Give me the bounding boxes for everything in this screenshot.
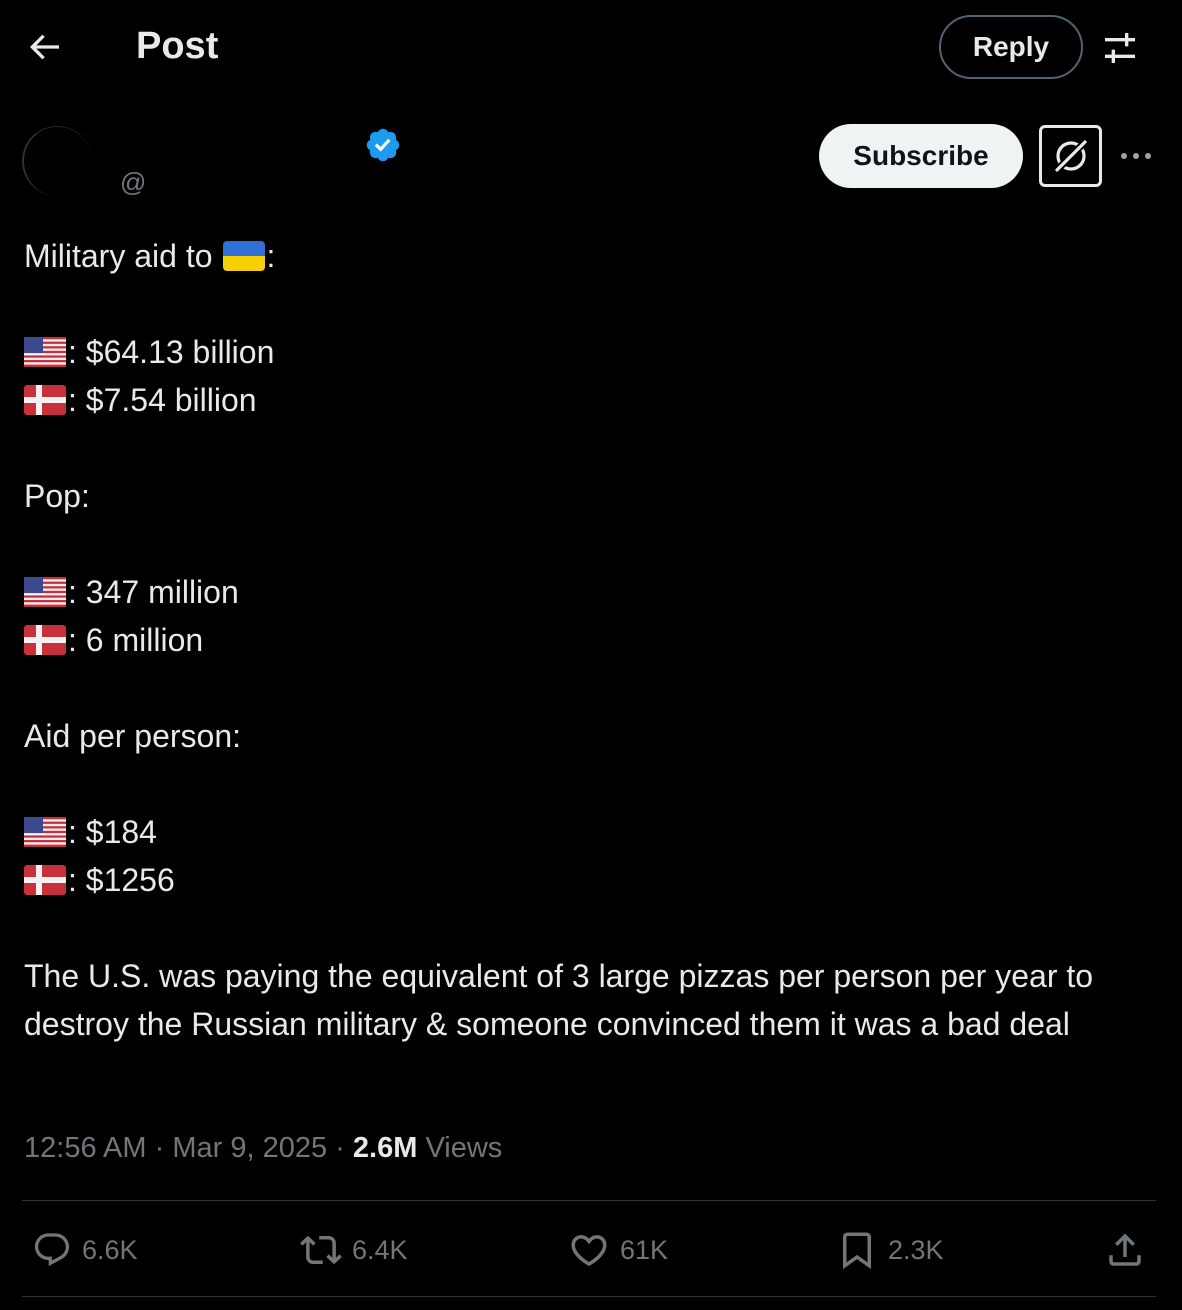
us-flag-icon <box>24 817 66 847</box>
post-time[interactable]: 12:56 AM <box>24 1132 147 1164</box>
like-action[interactable]: 61K <box>568 1230 668 1270</box>
top-bar: Post Reply <box>0 0 1182 96</box>
repost-count: 6.4K <box>352 1234 408 1265</box>
repost-action[interactable]: 6.4K <box>300 1230 408 1270</box>
pop-dk-text: : 6 million <box>68 622 204 658</box>
post-heading-line: Military aid to : <box>24 232 1154 280</box>
meta-separator: · <box>335 1132 345 1164</box>
bookmark-icon <box>843 1232 871 1270</box>
denmark-flag-icon <box>24 625 66 655</box>
pop-us-text: : 347 million <box>68 574 239 610</box>
post-date[interactable]: Mar 9, 2025 <box>172 1132 327 1164</box>
post-closing-paragraph: The U.S. was paying the equivalent of 3 … <box>24 958 1094 1042</box>
per-person-dk-text: : $1256 <box>68 862 175 898</box>
arrow-left-icon <box>29 34 59 60</box>
bookmark-action[interactable]: 2.3K <box>836 1230 944 1270</box>
grok-button[interactable] <box>1039 125 1102 187</box>
more-options-button[interactable] <box>1116 136 1156 176</box>
per-person-dk-line: : $1256 <box>24 856 1154 904</box>
pop-heading: Pop: <box>24 478 90 514</box>
ukraine-flag-icon <box>222 241 265 271</box>
page-title: Post <box>136 25 219 67</box>
divider <box>22 1296 1156 1297</box>
post-text: Military aid to :: $64.13 billion: $7.… <box>24 232 1154 1048</box>
heart-icon <box>571 1235 607 1267</box>
reply-action[interactable]: 6.6K <box>32 1230 138 1270</box>
reply-count: 6.6K <box>82 1234 138 1265</box>
grok-icon <box>1054 139 1087 173</box>
us-flag-icon <box>24 337 66 367</box>
reply-icon <box>34 1233 70 1267</box>
back-button[interactable] <box>24 27 64 67</box>
like-count: 61K <box>620 1234 669 1265</box>
filter-button[interactable] <box>1100 28 1140 68</box>
per-person-us-line: : $184 <box>24 808 1154 856</box>
denmark-flag-icon <box>24 385 66 415</box>
divider <box>22 1200 1156 1201</box>
per-person-heading: Aid per person: <box>24 718 242 754</box>
pop-us-line: : 347 million <box>24 568 1154 616</box>
sliders-icon <box>1105 33 1135 63</box>
share-icon <box>1109 1233 1141 1266</box>
action-bar: 6.6K 6.4K 61K 2.3K <box>0 1218 1182 1282</box>
aid-dk-text: : $7.54 billion <box>68 382 257 418</box>
share-action[interactable] <box>1104 1230 1156 1270</box>
us-flag-icon <box>24 577 66 607</box>
denmark-flag-icon <box>24 865 66 895</box>
avatar[interactable] <box>22 126 92 196</box>
bookmark-count: 2.3K <box>888 1234 944 1265</box>
views-label[interactable]: Views <box>425 1132 502 1164</box>
post-meta: 12:56 AM · Mar 9, 2025 · 2.6M Views <box>24 1126 502 1170</box>
views-count[interactable]: 2.6M <box>353 1132 417 1164</box>
meta-separator: · <box>154 1132 165 1164</box>
repost-icon <box>300 1235 342 1265</box>
verified-badge-icon[interactable] <box>364 126 402 164</box>
aid-us-line: : $64.13 billion <box>24 328 1154 376</box>
post-heading-colon: : <box>266 238 276 274</box>
per-person-us-text: : $184 <box>68 814 157 850</box>
subscribe-button[interactable]: Subscribe <box>819 124 1023 188</box>
aid-dk-line: : $7.54 billion <box>24 376 1154 424</box>
aid-us-text: : $64.13 billion <box>68 334 275 370</box>
author-handle[interactable]: @ <box>120 167 146 198</box>
more-horizontal-icon <box>1121 153 1151 159</box>
reply-button[interactable]: Reply <box>939 15 1083 79</box>
post-heading: Military aid to <box>24 238 213 274</box>
pop-dk-line: : 6 million <box>24 616 1154 664</box>
